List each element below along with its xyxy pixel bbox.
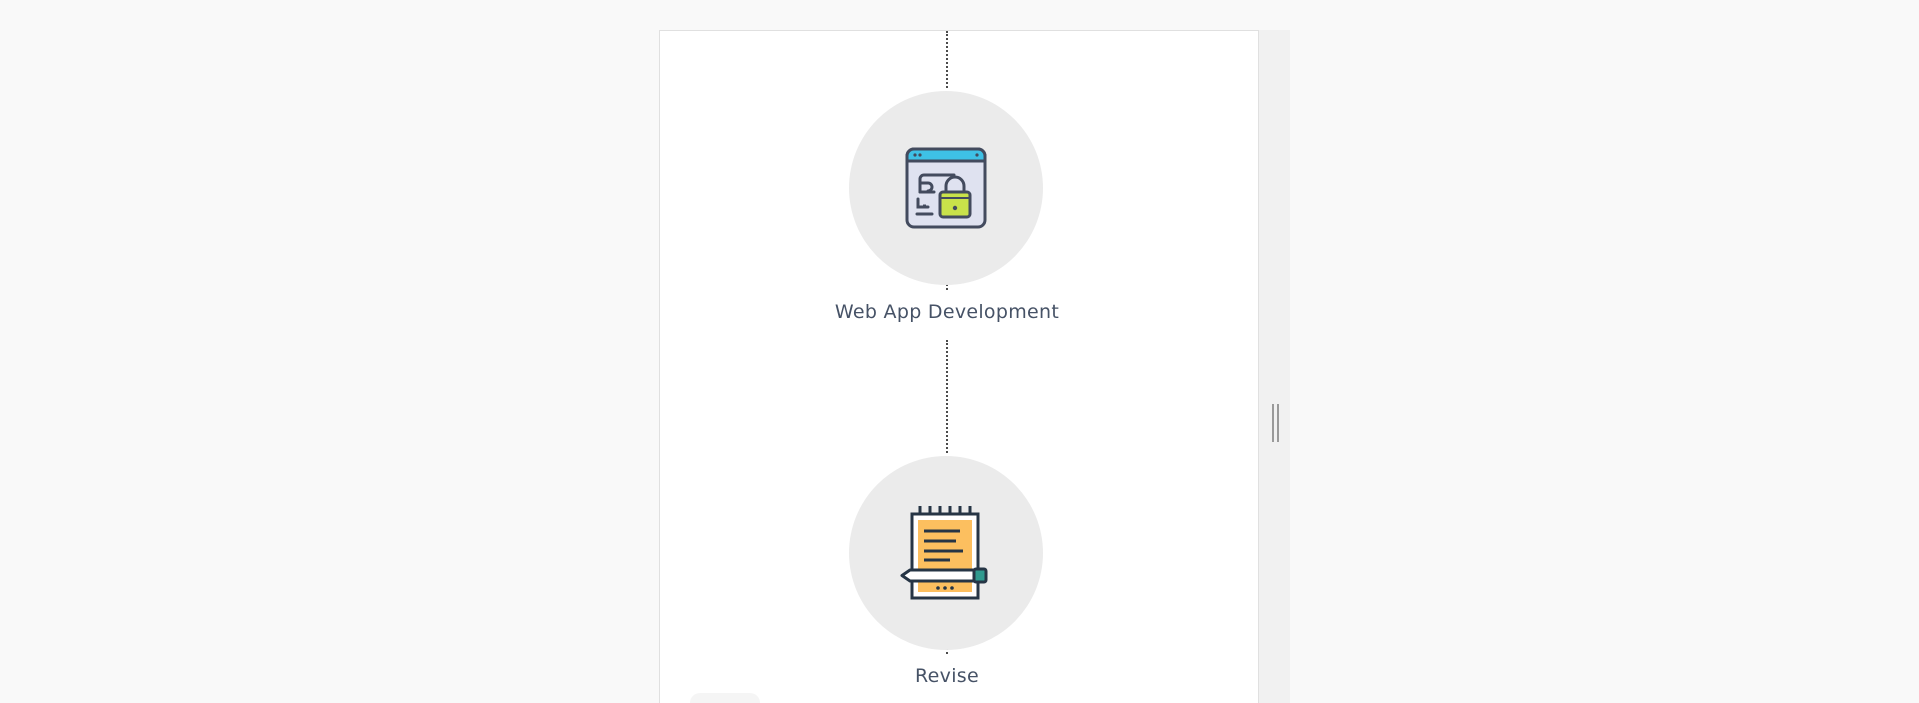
step-label: Revise bbox=[915, 665, 979, 687]
resize-handle[interactable] bbox=[1272, 404, 1280, 442]
resize-handle-bar bbox=[1277, 404, 1279, 442]
scroll-top-button[interactable] bbox=[690, 693, 760, 703]
connector-line bbox=[946, 31, 948, 88]
step-label: Web App Development bbox=[834, 301, 1060, 323]
notepad-pen-icon bbox=[900, 506, 988, 600]
connector-line bbox=[946, 340, 948, 453]
web-app-lock-icon bbox=[905, 147, 987, 229]
page-viewport: Web App Development Revise bbox=[0, 0, 1919, 703]
step-revise bbox=[849, 456, 1043, 650]
step-web-app-development bbox=[849, 91, 1043, 285]
resize-handle-bar bbox=[1272, 404, 1274, 442]
scroll-gutter bbox=[1259, 30, 1290, 703]
